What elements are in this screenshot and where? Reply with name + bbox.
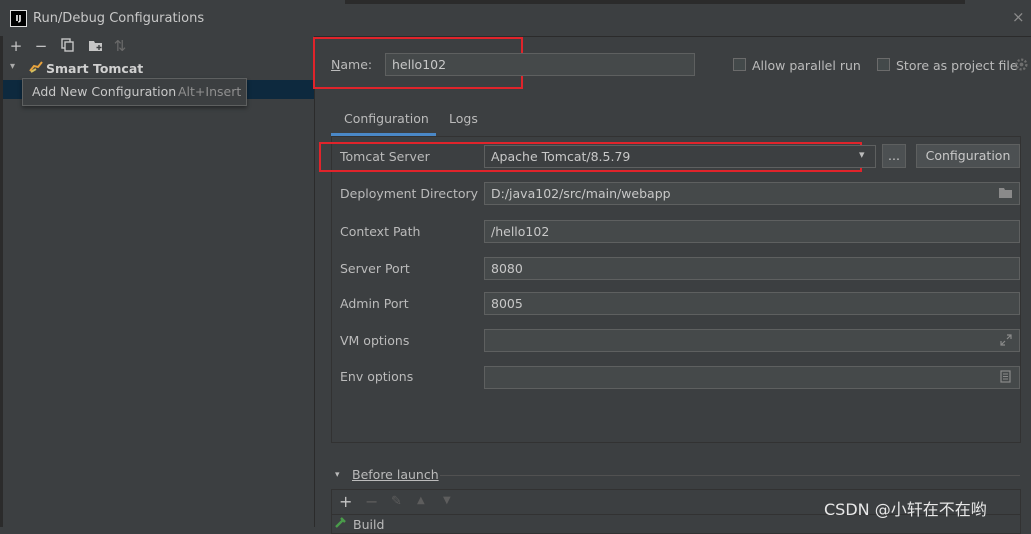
- expand-icon[interactable]: [1000, 334, 1012, 346]
- copy-icon[interactable]: [60, 38, 76, 54]
- expand-arrow-icon[interactable]: ▾: [10, 61, 15, 72]
- sort-icon[interactable]: ⇅: [112, 38, 128, 54]
- deployment-directory-label: Deployment Directory: [340, 186, 479, 201]
- vm-options-label: VM options: [340, 333, 410, 348]
- before-launch-arrow-icon[interactable]: ▾: [335, 470, 340, 480]
- before-launch-divider: [440, 475, 1020, 476]
- before-launch-edit-icon[interactable]: ✎: [391, 494, 402, 509]
- remove-icon[interactable]: −: [33, 38, 49, 54]
- tomcat-icon: [29, 61, 43, 77]
- watermark: CSDN @小轩在不在哟: [824, 500, 987, 519]
- name-label-rest: ame:: [340, 57, 373, 72]
- window-title: Run/Debug Configurations: [33, 11, 205, 26]
- tomcat-server-label: Tomcat Server: [340, 149, 430, 164]
- before-launch-header[interactable]: Before launch: [352, 467, 439, 482]
- env-options-label: Env options: [340, 369, 414, 384]
- add-icon[interactable]: +: [8, 38, 24, 54]
- tab-configuration[interactable]: Configuration: [344, 111, 429, 126]
- title-bar-strip: [345, 0, 965, 4]
- tree-item-label: Smart Tomcat: [46, 61, 144, 76]
- allow-parallel-run-label[interactable]: Allow parallel run: [752, 58, 861, 73]
- chevron-down-icon[interactable]: ▾: [859, 148, 865, 161]
- tab-logs[interactable]: Logs: [449, 111, 478, 126]
- deployment-directory-field[interactable]: D:/java102/src/main/webapp: [484, 182, 1020, 205]
- tomcat-configuration-button[interactable]: Configuration: [916, 144, 1020, 168]
- server-port-label: Server Port: [340, 261, 410, 276]
- before-launch-item-build[interactable]: Build: [353, 517, 384, 532]
- add-new-configuration-tooltip: Add New Configuration Alt+Insert: [22, 78, 247, 106]
- context-path-label: Context Path: [340, 224, 421, 239]
- before-launch-down-icon[interactable]: ▼: [443, 495, 451, 506]
- server-port-field[interactable]: 8080: [484, 257, 1020, 280]
- name-label: Name:: [331, 57, 373, 72]
- admin-port-label: Admin Port: [340, 296, 409, 311]
- before-launch-add-icon[interactable]: +: [339, 492, 352, 511]
- folder-icon[interactable]: [87, 38, 103, 54]
- intellij-app-icon: IJ: [10, 10, 27, 27]
- store-as-project-file-label[interactable]: Store as project file: [896, 58, 1018, 73]
- tomcat-server-value: Apache Tomcat/8.5.79: [491, 149, 631, 164]
- configuration-tree-panel: [3, 36, 315, 527]
- env-options-field[interactable]: [484, 366, 1020, 389]
- tomcat-server-select[interactable]: Apache Tomcat/8.5.79: [484, 145, 876, 168]
- before-launch-up-icon[interactable]: ▲: [417, 495, 425, 506]
- tooltip-label: Add New Configuration: [32, 84, 177, 99]
- store-as-project-file-checkbox[interactable]: [877, 58, 890, 71]
- browse-tomcat-button[interactable]: ...: [882, 144, 906, 168]
- build-icon: [334, 516, 346, 528]
- name-field[interactable]: hello102: [385, 53, 695, 76]
- admin-port-field[interactable]: 8005: [484, 292, 1020, 315]
- close-icon[interactable]: ×: [1012, 8, 1025, 26]
- before-launch-remove-icon[interactable]: −: [365, 492, 378, 511]
- vm-options-field[interactable]: [484, 329, 1020, 352]
- context-path-field[interactable]: /hello102: [484, 220, 1020, 243]
- gear-icon[interactable]: [1014, 57, 1030, 73]
- folder-browse-icon[interactable]: [998, 186, 1014, 200]
- allow-parallel-run-checkbox[interactable]: [733, 58, 746, 71]
- document-icon[interactable]: [1000, 370, 1012, 384]
- tooltip-shortcut: Alt+Insert: [178, 84, 242, 99]
